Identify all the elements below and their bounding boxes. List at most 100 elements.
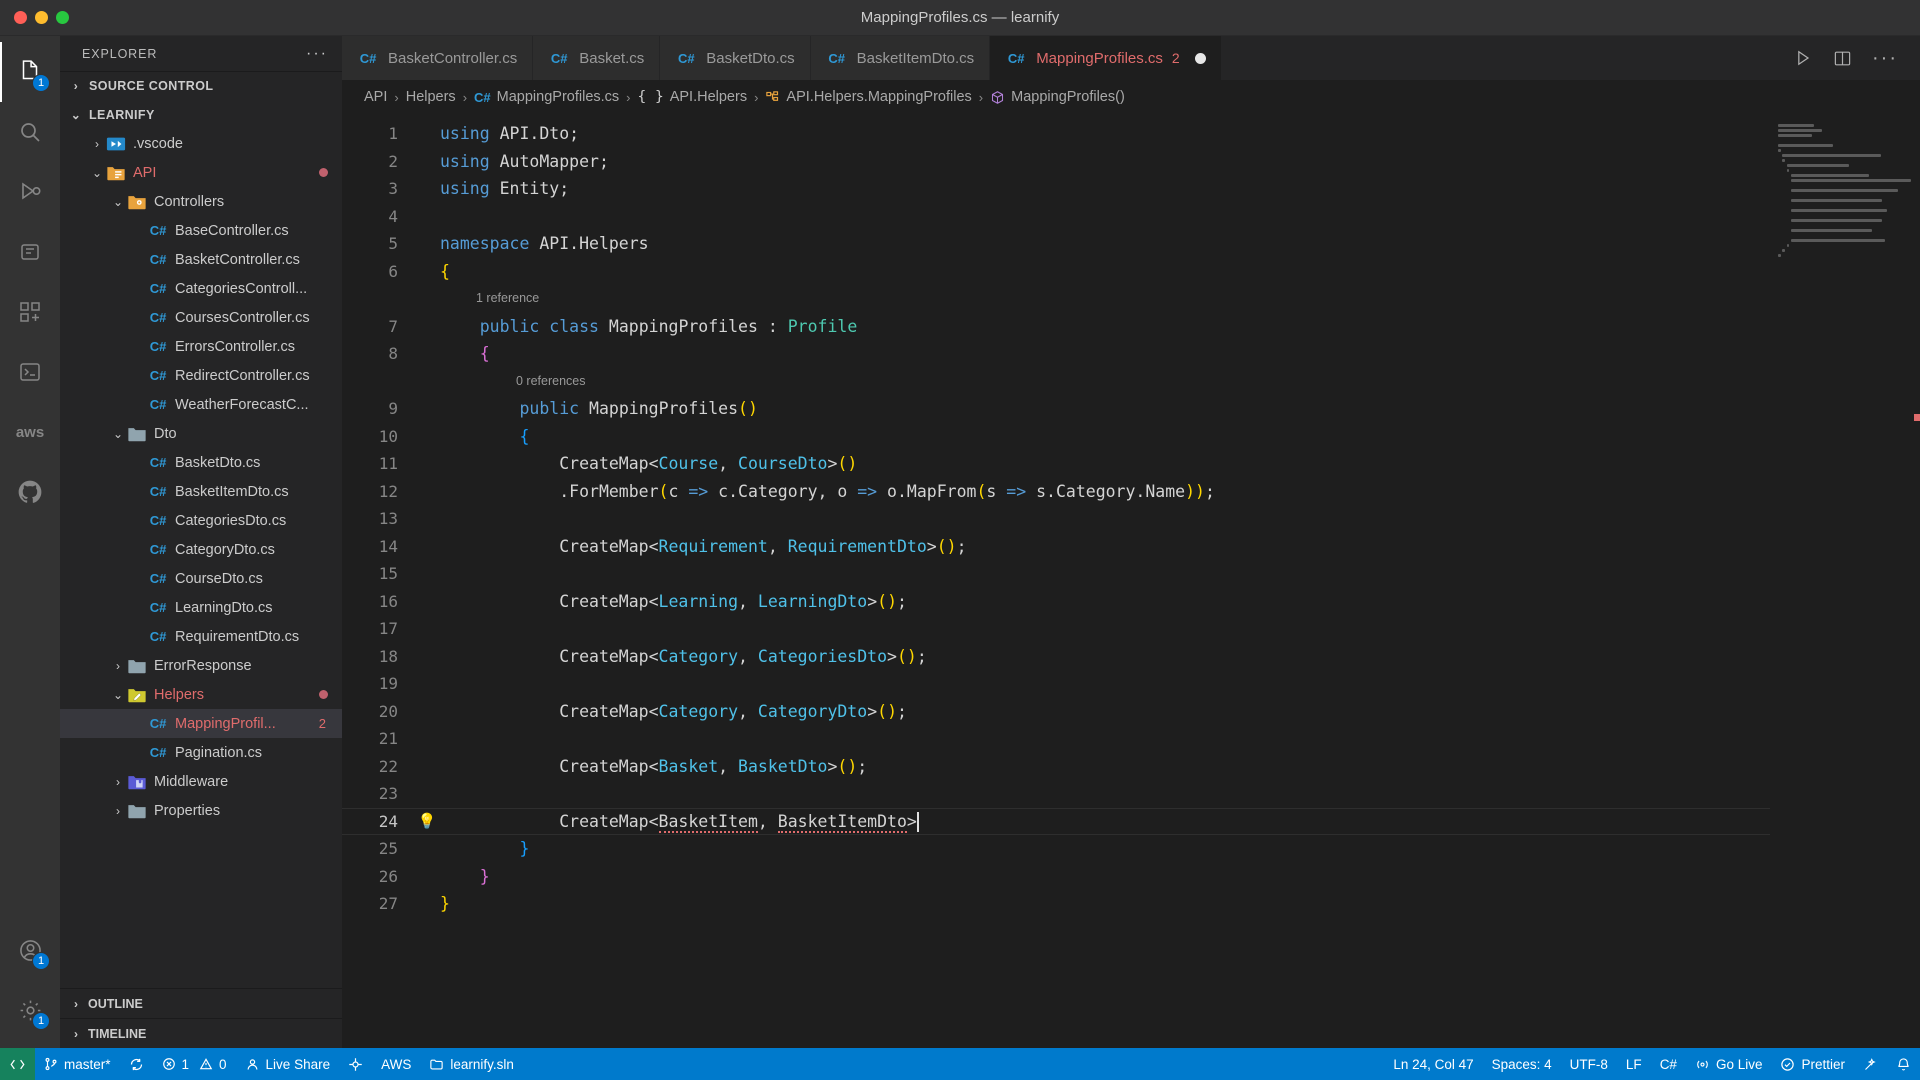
line-content[interactable]: CreateMap<Category, CategoriesDto>(); [440,643,1770,671]
tree-folder-middleware[interactable]: › Middleware [60,767,342,796]
code-line[interactable]: 23 [342,780,1770,808]
codelens-label[interactable]: 0 references [440,368,585,396]
breadcrumb-item-mappingprofiles-cs[interactable]: C# MappingProfiles.cs [474,89,619,105]
editor-tabs[interactable]: C# BasketController.cs C# Basket.cs C# Basket… [342,36,1771,80]
code-line[interactable]: 11 CreateMap<Course, CourseDto>() [342,450,1770,478]
status-cursor-position[interactable]: Ln 24, Col 47 [1384,1048,1482,1080]
code-line[interactable]: 1 using API.Dto; [342,120,1770,148]
tree-folder-api[interactable]: ⌄ API [60,158,342,187]
line-content[interactable]: CreateMap<Category, CategoryDto>(); [440,698,1770,726]
tree-file-basecontroller-cs[interactable]: C# BaseController.cs [60,216,342,245]
code-line[interactable]: 12 .ForMember(c => c.Category, o => o.Ma… [342,478,1770,506]
editor-tab-basketitemdto-cs[interactable]: C# BasketItemDto.cs [810,36,991,80]
status-language-mode[interactable]: C# [1651,1048,1686,1080]
code-line[interactable]: 6{ [342,258,1770,286]
split-icon[interactable] [1833,49,1852,68]
code-line[interactable]: 26 } [342,863,1770,891]
status-go-live[interactable]: Go Live [1686,1048,1772,1080]
line-content[interactable]: { [440,258,1770,286]
code-editor[interactable]: 1 using API.Dto; 2 using AutoMapper; 3 using … [342,114,1920,1048]
tree-file-requirementdto-cs[interactable]: C# RequirementDto.cs [60,622,342,651]
code-line[interactable]: 21 [342,725,1770,753]
editor-tab-basketdto-cs[interactable]: C# BasketDto.cs [660,36,811,80]
status-problems[interactable]: 1 0 [153,1048,236,1080]
line-content[interactable]: public class MappingProfiles : Profile [440,313,1770,341]
status-solution[interactable]: learnify.sln [420,1048,523,1080]
ellipsis-icon[interactable]: ··· [1872,47,1898,70]
code-line[interactable]: 20 CreateMap<Category, CategoryDto>(); [342,698,1770,726]
line-content[interactable]: CreateMap<Learning, LearningDto>(); [440,588,1770,616]
tree-file-categoriesdto-cs[interactable]: C# CategoriesDto.cs [60,506,342,535]
tree-file-learningdto-cs[interactable]: C# LearningDto.cs [60,593,342,622]
chevron-down-icon[interactable]: ⌄ [110,195,126,209]
status-prettier[interactable]: Prettier [1771,1048,1854,1080]
tree-folder-dto[interactable]: ⌄ Dto [60,419,342,448]
file-tree[interactable]: › .vscode ⌄ API ⌄ Controllers C# BaseController… [60,129,342,988]
maximize-window-button[interactable] [56,11,69,24]
tree-folder--vscode[interactable]: › .vscode [60,129,342,158]
sidebar-section-source-control[interactable]: › SOURCE CONTROL [60,71,342,100]
activity-extensions[interactable] [0,282,60,342]
tree-file-mappingprofil-[interactable]: C# MappingProfil... 2 [60,709,342,738]
code-line[interactable]: 15 [342,560,1770,588]
status-remote-indicator[interactable] [0,1048,35,1080]
tree-file-basketcontroller-cs[interactable]: C# BasketController.cs [60,245,342,274]
explorer-more-icon[interactable]: ··· [306,45,328,63]
chevron-down-icon[interactable]: ⌄ [110,427,126,441]
codelens-label[interactable]: 1 reference [440,285,539,313]
line-content[interactable]: } [440,890,1770,918]
line-content[interactable]: } [440,835,1770,863]
tree-file-coursedto-cs[interactable]: C# CourseDto.cs [60,564,342,593]
line-content[interactable]: using API.Dto; [440,120,1770,148]
line-content[interactable]: { [440,340,1770,368]
code-line[interactable]: 17 [342,615,1770,643]
tree-file-errorscontroller-cs[interactable]: C# ErrorsController.cs [60,332,342,361]
line-content[interactable]: CreateMap<Basket, BasketDto>(); [440,753,1770,781]
code-line[interactable]: 3 using Entity; [342,175,1770,203]
quick-fix-lightbulb-icon[interactable]: 💡 [414,808,440,836]
tree-folder-properties[interactable]: › Properties [60,796,342,825]
tree-file-categoriescontroll-[interactable]: C# CategoriesControll... [60,274,342,303]
tree-folder-errorresponse[interactable]: › ErrorResponse [60,651,342,680]
code-scroll-area[interactable]: 1 using API.Dto; 2 using AutoMapper; 3 using … [342,114,1770,1048]
tree-file-coursescontroller-cs[interactable]: C# CoursesController.cs [60,303,342,332]
activity-azure[interactable] [0,342,60,402]
breadcrumb-item-mappingprofiles-[interactable]: MappingProfiles() [990,89,1125,105]
code-line[interactable]: 9 public MappingProfiles() [342,395,1770,423]
tree-file-basketitemdto-cs[interactable]: C# BasketItemDto.cs [60,477,342,506]
line-content[interactable]: using AutoMapper; [440,148,1770,176]
activity-github[interactable] [0,462,60,522]
activity-search[interactable] [0,102,60,162]
code-line[interactable]: 27} [342,890,1770,918]
code-line[interactable]: 13 [342,505,1770,533]
line-content[interactable]: public MappingProfiles() [440,395,1770,423]
code-lines[interactable]: 1 using API.Dto; 2 using AutoMapper; 3 using … [342,114,1770,918]
editor-tab-basket-cs[interactable]: C# Basket.cs [533,36,661,80]
line-content[interactable]: CreateMap<Requirement, RequirementDto>()… [440,533,1770,561]
play-icon[interactable] [1793,48,1813,68]
activity-accounts[interactable]: 1 [0,920,60,980]
window-controls[interactable] [0,11,69,24]
status-editor-actions[interactable] [1854,1048,1887,1080]
sidebar-section-timeline[interactable]: › TIMELINE [60,1018,342,1048]
code-line[interactable]: 8 { [342,340,1770,368]
chevron-down-icon[interactable]: ⌄ [110,688,126,702]
code-line[interactable]: 19 [342,670,1770,698]
status-live-share[interactable]: Live Share [236,1048,340,1080]
code-line[interactable]: 16 CreateMap<Learning, LearningDto>(); [342,588,1770,616]
code-line[interactable]: 2 using AutoMapper; [342,148,1770,176]
chevron-down-icon[interactable]: ⌄ [89,166,105,180]
activity-aws[interactable]: aws [0,402,60,462]
editor-tab-basketcontroller-cs[interactable]: C# BasketController.cs [342,36,534,80]
minimize-window-button[interactable] [35,11,48,24]
sidebar-section-workspace[interactable]: ⌄ LEARNIFY [60,100,342,129]
breadcrumb-item-helpers[interactable]: Helpers [406,89,456,105]
line-content[interactable]: .ForMember(c => c.Category, o => o.MapFr… [440,478,1770,506]
line-content[interactable]: CreateMap<BasketItem, BasketItemDto> [440,808,1770,836]
breadcrumb-item-api-helpers-mappingprofiles[interactable]: API.Helpers.MappingProfiles [765,89,972,105]
code-line[interactable]: 14 CreateMap<Requirement, RequirementDto… [342,533,1770,561]
line-content[interactable]: using Entity; [440,175,1770,203]
status-branch[interactable]: master* [35,1048,120,1080]
activity-testing[interactable] [0,222,60,282]
status-sync[interactable] [120,1048,153,1080]
